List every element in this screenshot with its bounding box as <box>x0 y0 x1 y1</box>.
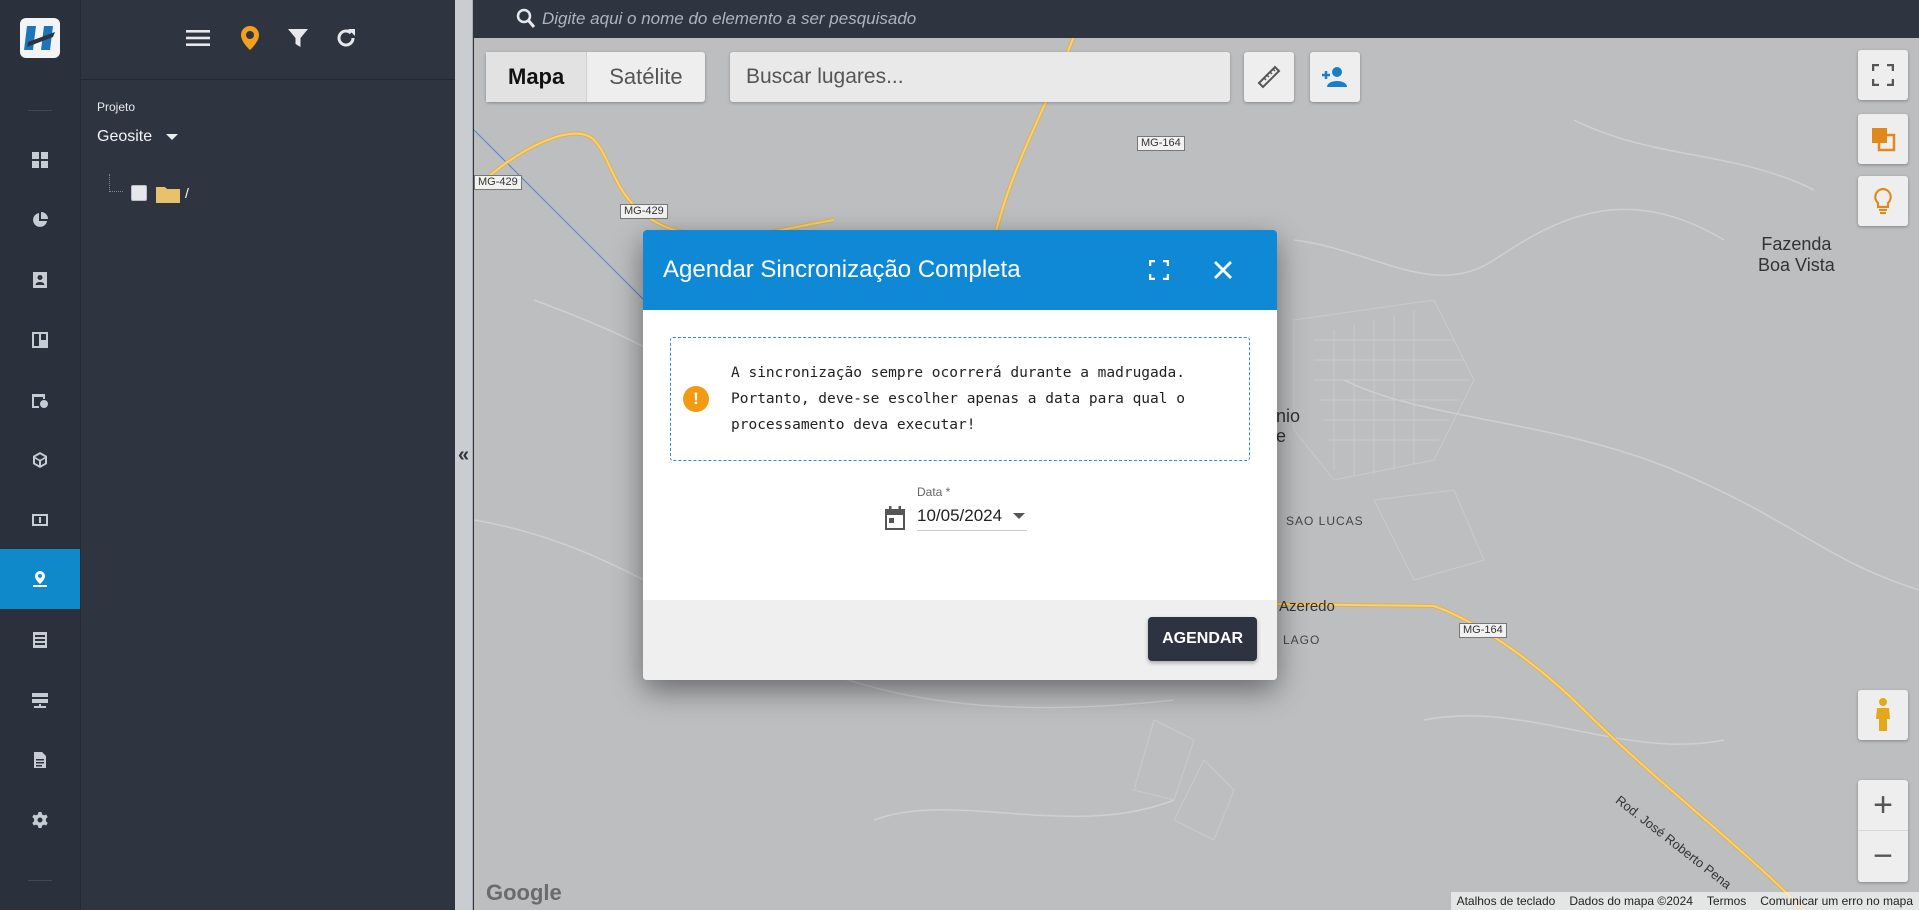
schedule-sync-dialog: Agendar Sincronização Completa ! A sincr… <box>643 230 1277 680</box>
close-icon <box>1214 261 1232 279</box>
calendar-icon <box>883 505 907 536</box>
date-picker: Data * 10/05/2024 <box>883 485 1033 540</box>
app-root: Projeto Geosite / « MG-164 MG-429 MG-429… <box>0 0 1919 910</box>
dialog-header: Agendar Sincronização Completa <box>643 230 1277 310</box>
dialog-title: Agendar Sincronização Completa <box>663 256 1021 283</box>
schedule-button[interactable]: AGENDAR <box>1148 617 1257 661</box>
dialog-footer: AGENDAR <box>643 600 1277 680</box>
fullscreen-icon <box>1149 260 1169 280</box>
chevron-down-icon <box>1013 513 1025 519</box>
info-notice: ! A sincronização sempre ocorrerá durant… <box>670 337 1250 461</box>
date-label: Data * <box>917 485 951 499</box>
warning-icon: ! <box>683 386 709 412</box>
date-input[interactable]: 10/05/2024 <box>917 501 1027 531</box>
maximize-dialog-button[interactable] <box>1143 254 1175 286</box>
modal-overlay: Agendar Sincronização Completa ! A sincr… <box>0 0 1919 910</box>
date-value: 10/05/2024 <box>917 505 1003 525</box>
notice-text: A sincronização sempre ocorrerá durante … <box>731 365 1185 433</box>
close-dialog-button[interactable] <box>1207 254 1239 286</box>
